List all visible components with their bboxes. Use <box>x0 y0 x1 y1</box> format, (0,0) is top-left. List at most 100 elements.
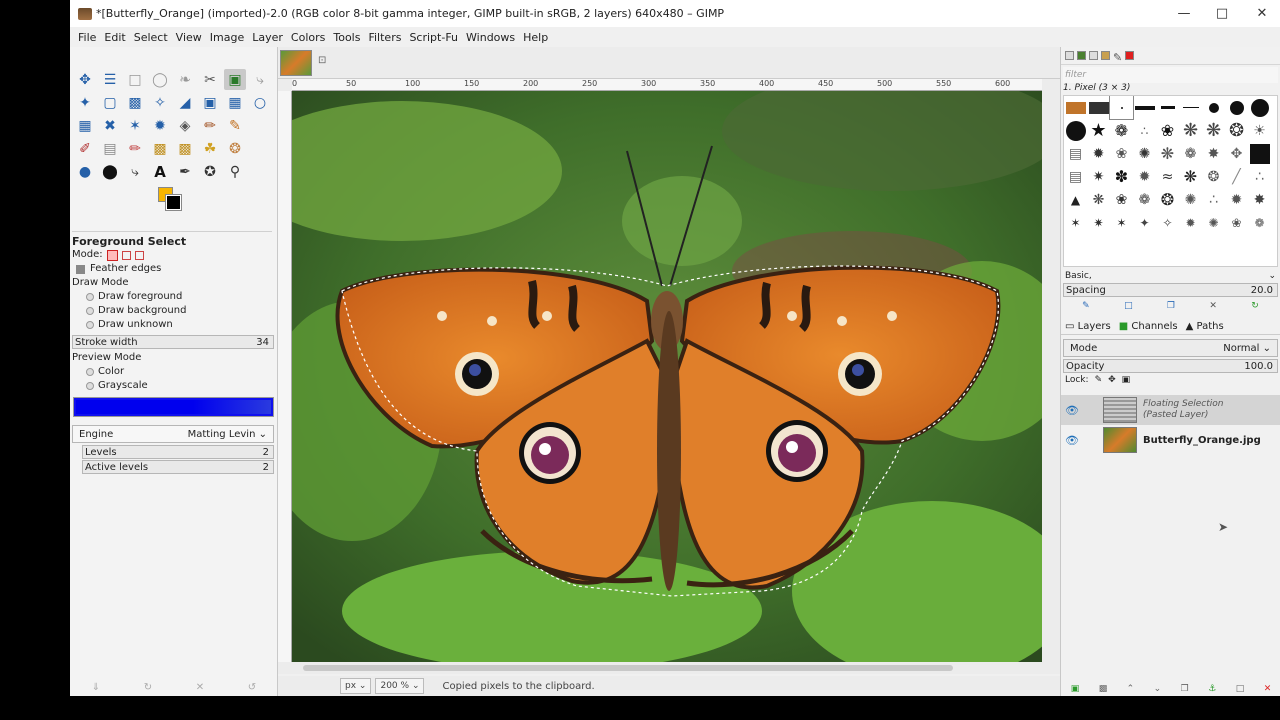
brush-filter-input[interactable]: filter <box>1063 67 1278 83</box>
minimize-button[interactable]: — <box>1164 0 1204 27</box>
layer-row[interactable]: 👁 Butterfly_Orange.jpg <box>1061 425 1280 455</box>
brush-item[interactable] <box>1179 96 1202 119</box>
edit-brush-icon[interactable]: ✎ <box>1082 301 1090 311</box>
new-layer-icon[interactable]: ▣ <box>1071 684 1080 696</box>
brush-item[interactable] <box>1156 96 1179 119</box>
engine-select[interactable]: Engine Matting Levin ⌄ <box>72 425 274 443</box>
image-canvas[interactable] <box>292 91 1042 662</box>
horizontal-scrollbar[interactable] <box>278 662 1060 674</box>
align-tool-icon[interactable]: ☰ <box>99 69 121 90</box>
menu-select[interactable]: Select <box>130 31 172 44</box>
patterns-tab-icon[interactable] <box>1077 51 1086 60</box>
brush-item[interactable]: ☀ <box>1248 119 1271 142</box>
menu-view[interactable]: View <box>172 31 206 44</box>
brush-item[interactable]: ❋ <box>1156 142 1179 165</box>
delete-layer-icon[interactable]: ✕ <box>1264 684 1272 696</box>
smudge-tool-icon[interactable]: ☘ <box>199 138 221 159</box>
brush-item[interactable] <box>1225 96 1248 119</box>
layer-row[interactable]: 👁 Floating Selection (Pasted Layer) <box>1061 395 1280 425</box>
mode-replace-icon[interactable] <box>106 249 118 261</box>
brush-item[interactable]: ❂ <box>1225 119 1248 142</box>
brush-item[interactable] <box>1109 96 1134 120</box>
grid-transform-icon[interactable]: ▦ <box>74 115 96 136</box>
brush-item[interactable]: ✥ <box>1225 142 1248 165</box>
brush-grid[interactable]: ★ ❁ ∴ ❀ ❋ ❋ ❂ ☀ ▤ ✹ ❀ ✺ ❋ ❁ ✸ ✥ ▤ ✷ ✽ ✹ … <box>1063 95 1278 267</box>
spacing-spinner[interactable]: Spacing 20.0 <box>1063 283 1278 297</box>
handle-transform-icon[interactable]: ✖ <box>99 115 121 136</box>
brush-item[interactable]: ✦ <box>1133 211 1156 234</box>
brush-item[interactable]: ❀ <box>1156 119 1179 142</box>
layer-mode-select[interactable]: Mode Normal ⌄ <box>1063 339 1278 357</box>
brush-item[interactable]: ❁ <box>1248 211 1271 234</box>
brush-item[interactable] <box>1087 96 1110 119</box>
brush-tag-row[interactable]: Basic, ⌄ <box>1061 269 1280 283</box>
measure-tool-icon[interactable]: ✪ <box>199 161 221 182</box>
brush-item[interactable]: ❀ <box>1110 142 1133 165</box>
dodge-burn-icon[interactable]: ❂ <box>224 138 246 159</box>
gradient-tool-icon[interactable]: ▤ <box>99 138 121 159</box>
brush-item[interactable] <box>1064 96 1087 119</box>
document-history-icon[interactable] <box>1101 51 1110 60</box>
brush-item[interactable]: ❋ <box>1202 119 1225 142</box>
brush-item[interactable]: ▲ <box>1064 188 1087 211</box>
radio-dot[interactable] <box>86 368 94 376</box>
brush-item[interactable]: ✶ <box>1064 211 1087 234</box>
menu-filters[interactable]: Filters <box>364 31 405 44</box>
menu-layer[interactable]: Layer <box>248 31 287 44</box>
menu-help[interactable]: Help <box>519 31 552 44</box>
zoom-tool-icon[interactable]: ⚲ <box>224 161 246 182</box>
brush-item[interactable]: ✸ <box>1202 142 1225 165</box>
brush-item[interactable]: ❁ <box>1179 142 1202 165</box>
crop-tool-icon[interactable]: ▢ <box>99 92 121 113</box>
brush-item[interactable] <box>1248 142 1271 165</box>
mode-add-icon[interactable] <box>121 250 131 260</box>
active-levels-spinner[interactable]: Active levels 2 <box>82 460 274 474</box>
lock-alpha-icon[interactable]: ▣ <box>1122 375 1131 385</box>
eraser-icon[interactable]: ✏ <box>124 138 146 159</box>
brush-item[interactable]: ✹ <box>1179 211 1202 234</box>
raise-layer-icon[interactable]: ⌃ <box>1127 684 1135 696</box>
feather-row[interactable]: Feather edges <box>72 262 274 276</box>
vertical-scrollbar[interactable] <box>1042 79 1060 662</box>
scissors-select-icon[interactable]: ✂ <box>199 69 221 90</box>
menu-tools[interactable]: Tools <box>329 31 364 44</box>
spacing-value[interactable]: 20.0 <box>1251 285 1273 296</box>
paintbrush-icon[interactable]: ✏ <box>199 115 221 136</box>
paths-tool-icon[interactable]: ⤷ <box>249 69 271 90</box>
move-tool-icon[interactable]: ✥ <box>74 69 96 90</box>
new-group-icon[interactable]: ▩ <box>1099 684 1108 696</box>
background-color-swatch[interactable] <box>165 194 182 211</box>
brush-item[interactable]: ✽ <box>1110 165 1133 188</box>
brush-item[interactable]: ✷ <box>1087 165 1110 188</box>
new-brush-icon[interactable]: □ <box>1124 301 1133 311</box>
flip-tool-icon[interactable]: ◢ <box>174 92 196 113</box>
preview-color-button[interactable] <box>73 397 274 417</box>
opacity-value[interactable]: 100.0 <box>1244 361 1273 372</box>
menu-image[interactable]: Image <box>206 31 248 44</box>
save-options-icon[interactable]: ⇓ <box>92 682 100 696</box>
brush-item[interactable]: ❋ <box>1179 119 1202 142</box>
levels-value[interactable]: 2 <box>263 447 269 458</box>
bucket-fill-icon[interactable]: ◈ <box>174 115 196 136</box>
maximize-button[interactable]: □ <box>1202 0 1242 27</box>
mask-layer-icon[interactable]: □ <box>1236 684 1245 696</box>
3d-transform-icon[interactable]: ✶ <box>124 115 146 136</box>
rect-select-icon[interactable]: □ <box>124 69 146 90</box>
close-button[interactable]: ✕ <box>1242 0 1280 27</box>
path-tool-icon[interactable]: ⤷ <box>124 161 146 182</box>
brush-item[interactable]: ≈ <box>1156 165 1179 188</box>
radio-grayscale[interactable]: Grayscale <box>72 379 274 393</box>
brush-item[interactable]: ✶ <box>1110 211 1133 234</box>
duplicate-brush-icon[interactable]: ❐ <box>1167 301 1175 311</box>
brush-item[interactable]: ✷ <box>1087 211 1110 234</box>
brush-item[interactable]: ❀ <box>1225 211 1248 234</box>
mode-subtract-icon[interactable] <box>134 250 144 260</box>
opacity-spinner[interactable]: Opacity 100.0 <box>1063 359 1278 373</box>
levels-spinner[interactable]: Levels 2 <box>82 445 274 459</box>
color-picker-icon[interactable]: ✒ <box>174 161 196 182</box>
menu-edit[interactable]: Edit <box>100 31 129 44</box>
airbrush-icon[interactable]: ✐ <box>74 138 96 159</box>
menu-script-fu[interactable]: Script-Fu <box>405 31 462 44</box>
free-select-icon[interactable]: ❧ <box>174 69 196 90</box>
brush-item[interactable]: ∴ <box>1133 119 1156 142</box>
